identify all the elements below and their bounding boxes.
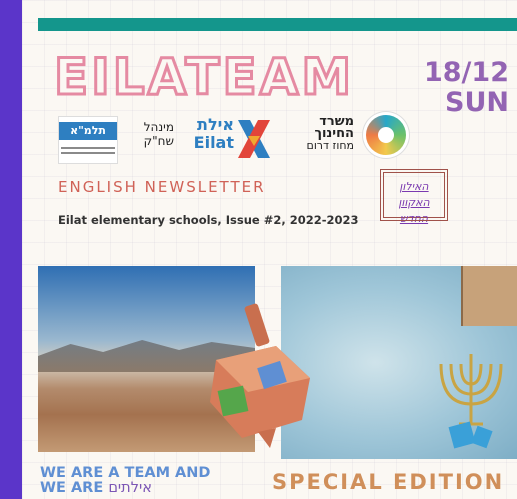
eilat-logo: אילת Eilat: [193, 115, 234, 152]
talma-logo: תלמ"א: [58, 116, 118, 164]
special-edition-headline: SPECIAL EDITION: [272, 470, 505, 494]
dreidel-icon: [210, 303, 310, 448]
team-headline: WE ARE A TEAM AND WE ARE אילתים: [40, 465, 211, 496]
minhal-logo: מינהל שח"ק: [143, 120, 174, 148]
gift-box-icon: [461, 266, 517, 326]
x-mark-icon: [234, 116, 274, 162]
newsletter-page: EILATEAM 18/12 SUN תלמ"א מינהל שח"ק אילת…: [22, 0, 517, 499]
education-ministry-logo: משרד החינוך מחוז דרום: [306, 114, 354, 152]
top-accent-bar: [38, 18, 517, 31]
masthead-title: EILATEAM: [52, 48, 355, 106]
small-dreidel-icon: [448, 421, 493, 449]
issue-weekday: SUN: [445, 87, 509, 119]
circle-emblem-icon: [366, 115, 406, 155]
issue-day: 18/12: [423, 57, 509, 88]
issue-date: 18/12 SUN: [423, 57, 509, 119]
issue-subtitle: Eilat elementary schools, Issue #2, 2022…: [58, 213, 359, 227]
new-issue-stamp[interactable]: האילון האקוון החדש: [380, 169, 448, 225]
newsletter-label: ENGLISH NEWSLETTER: [58, 178, 266, 196]
